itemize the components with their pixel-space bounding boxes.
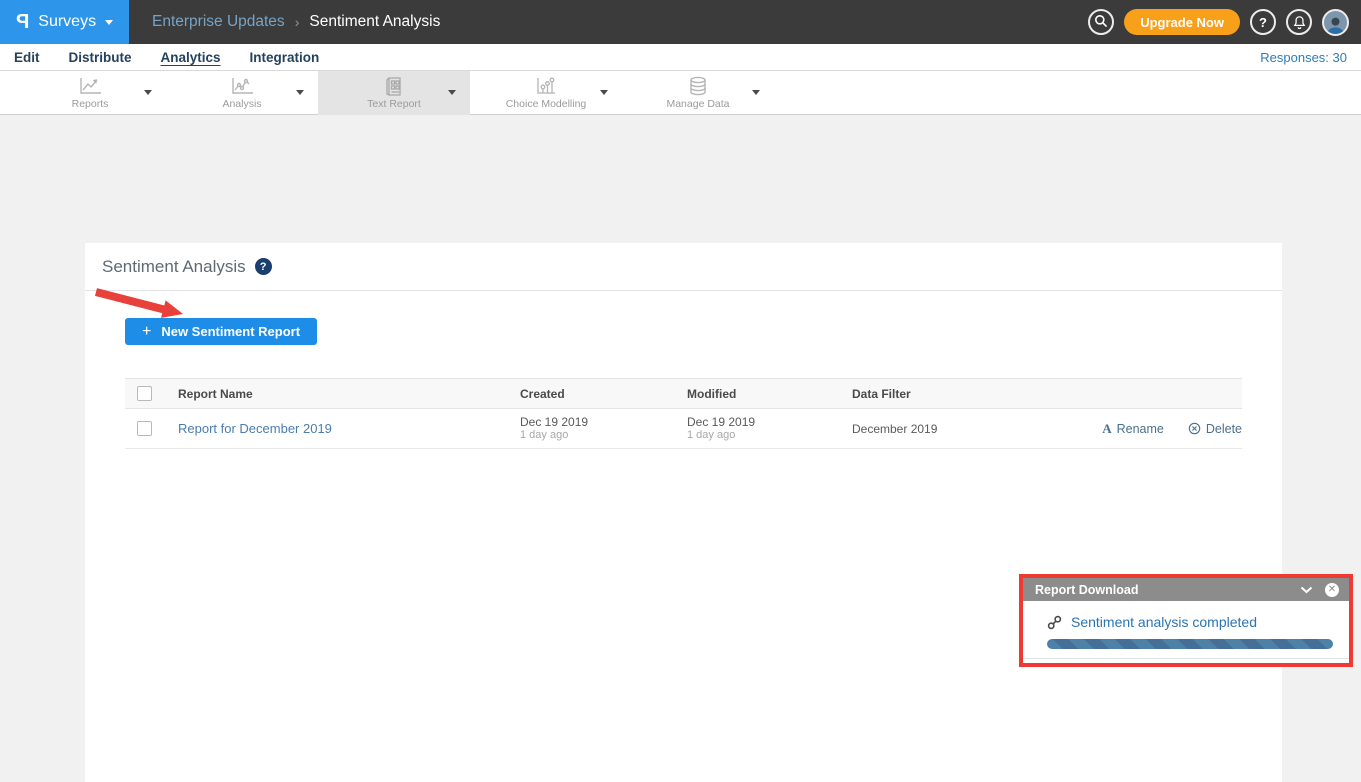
report-name-cell: Report for December 2019 <box>178 420 520 438</box>
download-header-icons: ✕ <box>1300 583 1339 597</box>
text-report-icon <box>384 77 404 96</box>
brand-logo: P <box>16 11 29 34</box>
page-title: Sentiment Analysis <box>102 257 246 277</box>
help-button[interactable]: ? <box>1250 9 1276 35</box>
report-download-body: Sentiment analysis completed <box>1023 601 1349 659</box>
dropdown-caret-icon[interactable] <box>448 90 456 95</box>
collapse-chevron-icon[interactable] <box>1300 586 1313 594</box>
breadcrumb: Enterprise Updates › Sentiment Analysis <box>152 13 440 31</box>
table-row: Report for December 2019 Dec 19 2019 1 d… <box>125 409 1242 449</box>
analytics-toolbar: Reports Analysis Text Report <box>0 71 1361 115</box>
column-header-created: Created <box>520 387 687 401</box>
sentiment-analysis-panel: Sentiment Analysis ? + New Sentiment Rep… <box>85 243 1282 782</box>
close-icon[interactable]: ✕ <box>1325 583 1339 597</box>
help-icon[interactable]: ? <box>255 258 272 275</box>
search-icon <box>1093 13 1109 32</box>
column-header-report-name: Report Name <box>178 387 520 401</box>
report-download-title: Report Download <box>1035 583 1138 597</box>
table-header-row: Report Name Created Modified Data Filter <box>125 378 1242 409</box>
line-chart-icon <box>78 77 102 96</box>
row-checkbox-cell <box>125 421 178 436</box>
search-button[interactable] <box>1088 9 1114 35</box>
column-header-modified: Modified <box>687 387 852 401</box>
panel-header: Sentiment Analysis ? <box>85 243 1282 291</box>
link-icon <box>1047 615 1062 630</box>
tab-integration[interactable]: Integration <box>250 50 320 65</box>
scatter-chart-icon <box>230 77 254 96</box>
top-header: P Surveys Enterprise Updates › Sentiment… <box>0 0 1361 44</box>
created-date: Dec 19 2019 <box>520 415 687 429</box>
notifications-button[interactable] <box>1286 9 1312 35</box>
download-link[interactable]: Sentiment analysis completed <box>1071 614 1257 630</box>
header-actions: Upgrade Now ? <box>1088 9 1349 36</box>
delete-button[interactable]: Delete <box>1188 421 1242 437</box>
row-actions: A Rename Delete <box>1102 421 1242 437</box>
data-filter-cell: December 2019 <box>852 420 1102 438</box>
toolbar-item-manage-data[interactable]: Manage Data <box>622 71 774 115</box>
dropdown-caret-icon[interactable] <box>600 90 608 95</box>
toolbar-item-choice-modelling[interactable]: Choice Modelling <box>470 71 622 115</box>
toolbar-item-label: Text Report <box>367 98 421 110</box>
toolbar-item-label: Analysis <box>222 98 261 110</box>
select-all-checkbox[interactable] <box>137 386 152 401</box>
user-avatar[interactable] <box>1322 9 1349 36</box>
modified-date: Dec 19 2019 <box>687 415 852 429</box>
header-checkbox-cell <box>125 386 178 401</box>
reports-table: Report Name Created Modified Data Filter… <box>125 378 1242 449</box>
data-filter-value: December 2019 <box>852 422 937 436</box>
toolbar-item-label: Manage Data <box>666 98 729 110</box>
breadcrumb-current: Sentiment Analysis <box>309 13 440 31</box>
column-header-data-filter: Data Filter <box>852 387 1102 401</box>
chevron-down-icon <box>105 20 113 25</box>
database-icon <box>687 76 709 96</box>
report-download-panel: Report Download ✕ Sentiment analysis com… <box>1019 574 1353 667</box>
rename-icon: A <box>1102 421 1111 437</box>
bell-icon <box>1292 15 1307 30</box>
responses-count[interactable]: Responses: 30 <box>1260 50 1347 65</box>
toolbar-item-label: Choice Modelling <box>506 98 587 110</box>
created-relative: 1 day ago <box>520 429 687 442</box>
toolbar-item-analysis[interactable]: Analysis <box>166 71 318 115</box>
created-cell: Dec 19 2019 1 day ago <box>520 415 687 442</box>
breadcrumb-parent-link[interactable]: Enterprise Updates <box>152 13 285 31</box>
tab-edit[interactable]: Edit <box>14 50 40 65</box>
delete-label: Delete <box>1206 422 1242 436</box>
survey-nav: Edit Distribute Analytics Integration Re… <box>0 44 1361 71</box>
rename-button[interactable]: A Rename <box>1102 421 1164 437</box>
question-mark-icon: ? <box>1259 15 1267 30</box>
panel-body: + New Sentiment Report Report Name Creat… <box>85 318 1282 449</box>
delete-icon <box>1188 422 1201 435</box>
download-progress-bar <box>1047 639 1333 649</box>
tab-analytics[interactable]: Analytics <box>161 50 221 65</box>
product-name: Surveys <box>38 13 96 31</box>
report-download-header: Report Download ✕ <box>1023 578 1349 601</box>
upgrade-now-button[interactable]: Upgrade Now <box>1124 9 1240 35</box>
tab-distribute[interactable]: Distribute <box>69 50 132 65</box>
plus-icon: + <box>142 323 151 341</box>
new-report-button-label: New Sentiment Report <box>161 324 300 339</box>
person-icon <box>1324 13 1347 36</box>
rename-label: Rename <box>1117 422 1164 436</box>
product-switcher[interactable]: P Surveys <box>0 0 129 44</box>
new-sentiment-report-button[interactable]: + New Sentiment Report <box>125 318 317 345</box>
choice-modelling-icon <box>534 77 558 96</box>
dropdown-caret-icon[interactable] <box>296 90 304 95</box>
dropdown-caret-icon[interactable] <box>752 90 760 95</box>
report-link[interactable]: Report for December 2019 <box>178 421 332 436</box>
divider <box>1023 658 1353 659</box>
row-checkbox[interactable] <box>137 421 152 436</box>
toolbar-item-reports[interactable]: Reports <box>14 71 166 115</box>
dropdown-caret-icon[interactable] <box>144 90 152 95</box>
toolbar-item-text-report[interactable]: Text Report <box>318 71 470 115</box>
download-link-row[interactable]: Sentiment analysis completed <box>1047 614 1333 630</box>
modified-cell: Dec 19 2019 1 day ago <box>687 415 852 442</box>
modified-relative: 1 day ago <box>687 429 852 442</box>
toolbar-item-label: Reports <box>72 98 109 110</box>
breadcrumb-separator: › <box>295 14 300 30</box>
